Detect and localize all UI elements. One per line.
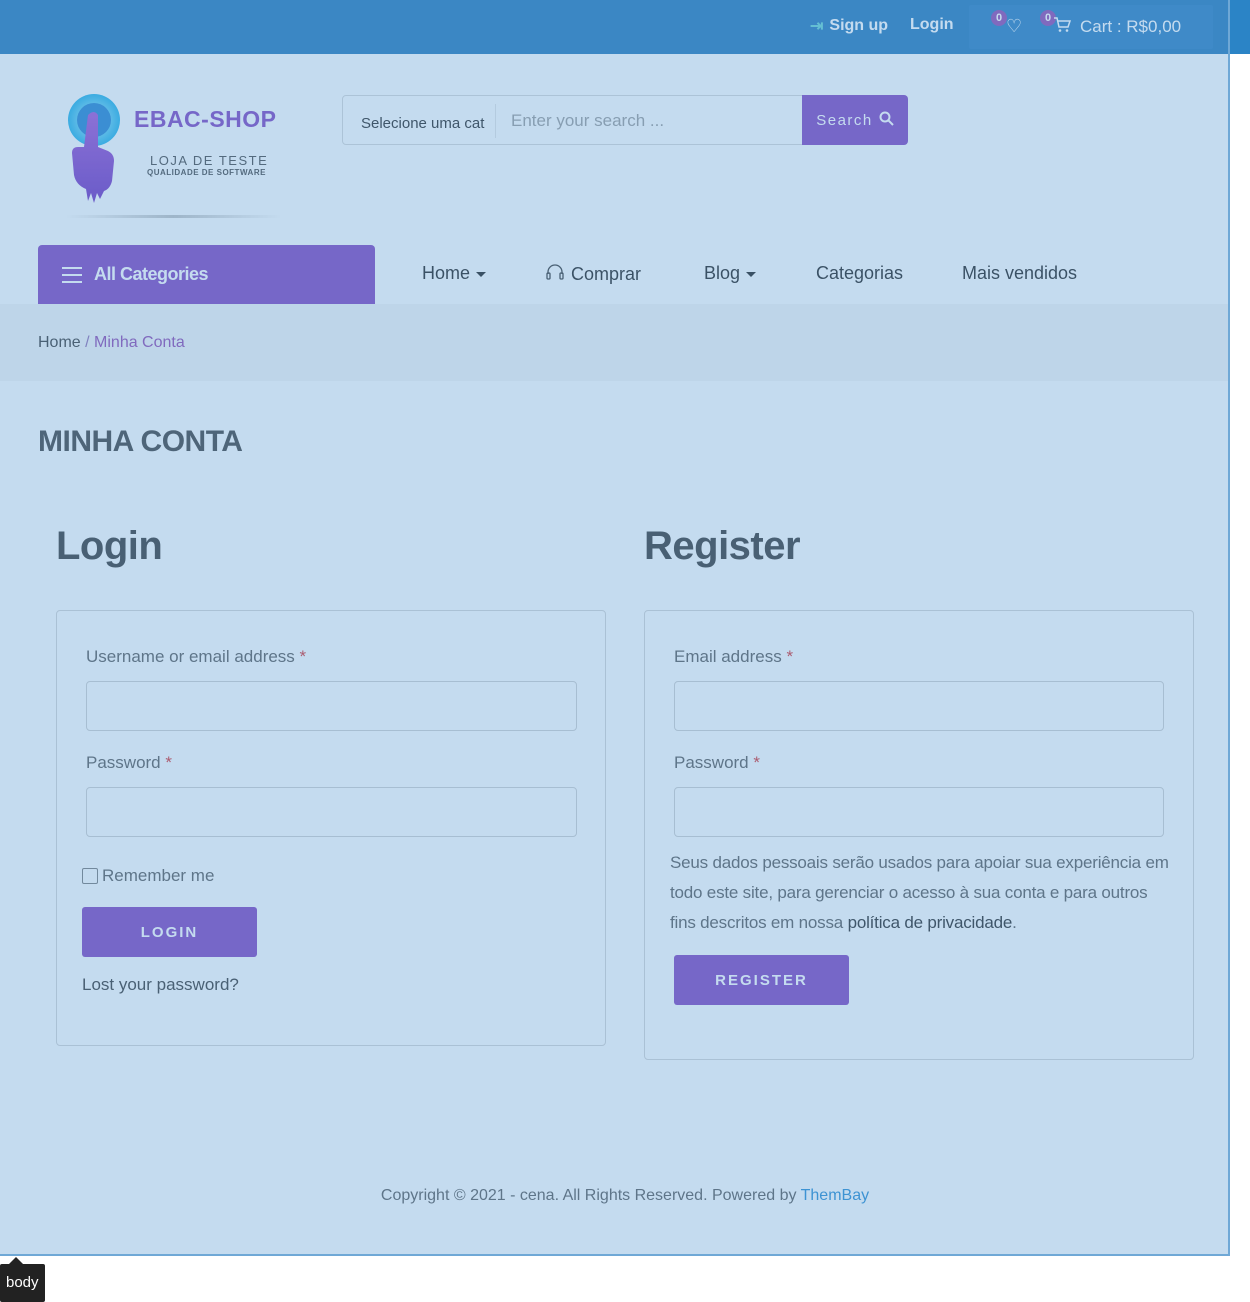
nav-blog-label: Blog: [704, 263, 741, 283]
logo-shadow: [66, 215, 281, 218]
privacy-policy-link[interactable]: política de privacidade: [848, 913, 1013, 932]
all-categories-button[interactable]: All Categories: [38, 245, 375, 304]
breadcrumb-current: Minha Conta: [94, 334, 185, 351]
nav-home[interactable]: Home: [422, 263, 487, 284]
login-password-label-text: Password: [86, 753, 161, 772]
search-divider: [495, 104, 496, 138]
breadcrumb-separator: /: [80, 334, 95, 351]
search-icon: [879, 111, 894, 130]
required-mark: *: [786, 647, 794, 666]
register-password-field[interactable]: [674, 787, 1164, 837]
username-label: Username or email address *: [86, 647, 306, 667]
register-button[interactable]: REGISTER: [674, 955, 849, 1005]
register-heading: Register: [644, 524, 801, 568]
required-mark: *: [299, 647, 307, 666]
login-password-field[interactable]: [86, 787, 577, 837]
username-field[interactable]: [86, 681, 577, 731]
login-password-label: Password *: [86, 753, 172, 773]
wishlist-heart-icon[interactable]: ♡: [1006, 16, 1022, 37]
email-field[interactable]: [674, 681, 1164, 731]
devtools-element-tooltip: body: [0, 1257, 45, 1302]
required-mark: *: [165, 753, 172, 772]
nav-categorias-label: Categorias: [816, 263, 904, 283]
required-mark: *: [753, 753, 760, 772]
brand-subtagline: QUALIDADE DE SOFTWARE: [147, 168, 266, 177]
remember-me[interactable]: Remember me: [82, 866, 214, 886]
email-label-text: Email address: [674, 647, 782, 666]
login-button[interactable]: LOGIN: [82, 907, 257, 957]
cart-total-link[interactable]: Cart : R$0,00: [1080, 17, 1181, 37]
login-heading: Login: [56, 524, 163, 568]
page: ⇥ Sign up Login 0 ♡ 0 Cart : R$0,00 EBAC…: [0, 0, 1230, 1256]
nav-mais-vendidos[interactable]: Mais vendidos: [962, 263, 1077, 284]
signup-icon: ⇥: [810, 18, 824, 35]
brand-name: EBAC-SHOP: [134, 106, 277, 132]
breadcrumb: Home / Minha Conta: [38, 334, 185, 352]
menu-icon: [62, 266, 82, 283]
nav-mais-vendidos-label: Mais vendidos: [962, 263, 1078, 283]
site-logo[interactable]: EBAC-SHOP LOJA DE TESTE QUALIDADE DE SOF…: [58, 90, 281, 220]
nav-categorias[interactable]: Categorias: [816, 263, 903, 284]
page-title: MINHA CONTA: [38, 425, 243, 458]
breadcrumb-home[interactable]: Home: [38, 334, 81, 351]
username-label-text: Username or email address: [86, 647, 295, 666]
signup-link[interactable]: ⇥ Sign up: [810, 16, 888, 36]
privacy-notice: Seus dados pessoais serão usados para ap…: [670, 848, 1170, 938]
register-password-label-text: Password: [674, 753, 749, 772]
copyright-text: Copyright © 2021 - cena. All Rights Rese…: [380, 1187, 801, 1204]
category-select[interactable]: Selecione uma cat: [361, 115, 484, 132]
login-link[interactable]: Login: [910, 16, 954, 34]
nav-comprar-label: Comprar: [571, 264, 642, 284]
search-button[interactable]: Search: [802, 95, 908, 145]
thembay-link[interactable]: ThemBay: [801, 1187, 869, 1204]
wishlist-count-badge: 0: [991, 10, 1007, 26]
search-input[interactable]: [511, 104, 791, 138]
remember-me-label: Remember me: [102, 866, 215, 885]
search-button-label: Search: [816, 111, 873, 129]
nav-home-label: Home: [422, 263, 471, 283]
search-bar: Selecione uma cat Search: [342, 95, 908, 145]
all-categories-label: All Categories: [94, 264, 209, 284]
privacy-end: .: [1012, 913, 1017, 932]
brand-tagline: LOJA DE TESTE: [150, 153, 269, 168]
top-bar: ⇥ Sign up Login 0 ♡ 0 Cart : R$0,00: [0, 0, 1230, 54]
scrollbar-strip: [1230, 0, 1250, 54]
chevron-down-icon: [746, 272, 757, 277]
headphones-icon: [545, 263, 565, 286]
email-label: Email address *: [674, 647, 793, 667]
lost-password-link[interactable]: Lost your password?: [82, 975, 239, 995]
nav-comprar[interactable]: Comprar: [545, 263, 641, 286]
cart-icon[interactable]: [1053, 16, 1072, 38]
remember-me-checkbox[interactable]: [82, 868, 98, 884]
signup-label: Sign up: [829, 17, 889, 34]
register-password-label: Password *: [674, 753, 760, 773]
footer-copyright: Copyright © 2021 - cena. All Rights Rese…: [0, 1187, 1230, 1205]
nav-blog[interactable]: Blog: [704, 263, 757, 284]
cart-area: 0 ♡ 0 Cart : R$0,00: [969, 5, 1213, 49]
hand-logo-icon: [68, 94, 120, 203]
chevron-down-icon: [476, 272, 487, 277]
